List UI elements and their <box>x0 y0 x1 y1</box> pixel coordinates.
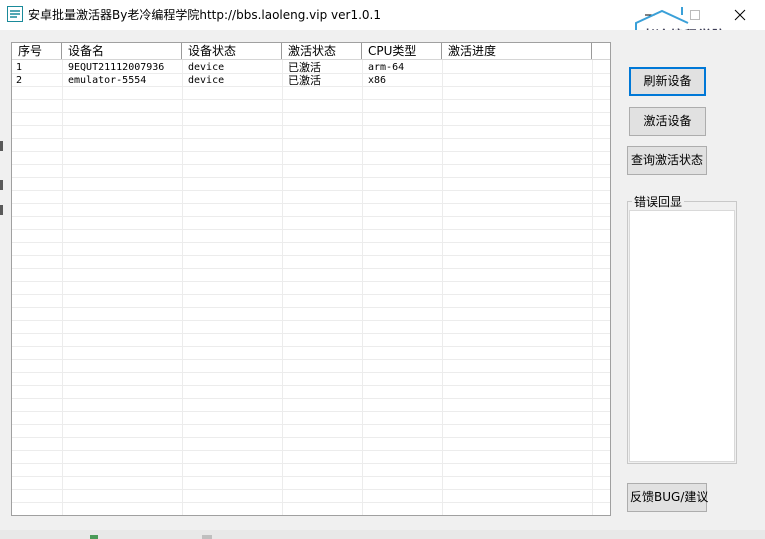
grid-line <box>12 411 610 412</box>
grid-line <box>12 268 610 269</box>
grid-line <box>12 320 610 321</box>
grid-line <box>182 60 183 515</box>
grid-line <box>12 398 610 399</box>
row-activation-status: 已激活 <box>288 74 321 87</box>
row-device-name: emulator-5554 <box>68 75 147 86</box>
edge-mark <box>0 205 3 215</box>
grid-line <box>12 333 610 334</box>
grid-line <box>12 385 610 386</box>
grid-line <box>12 216 610 217</box>
query-activation-status-button[interactable]: 查询激活状态 <box>627 146 707 175</box>
grid-line <box>12 450 610 451</box>
row-progress <box>444 61 594 74</box>
column-header-activation-status[interactable]: 激活状态 <box>282 43 362 59</box>
row-activation-status: 已激活 <box>288 61 321 74</box>
grid-line <box>62 60 63 515</box>
row-index: 2 <box>16 75 23 86</box>
table-row[interactable]: 2 emulator-5554 device 已激活 x86 <box>12 74 610 87</box>
grid-line <box>12 99 610 100</box>
row-cpu-type: arm-64 <box>368 62 405 73</box>
grid-line <box>12 112 610 113</box>
grid-line <box>592 60 593 515</box>
grid-line <box>12 346 610 347</box>
grid-line <box>12 489 610 490</box>
column-header-device-status[interactable]: 设备状态 <box>182 43 282 59</box>
grid-line <box>12 138 610 139</box>
error-output-label: 错误回显 <box>632 193 685 210</box>
row-cpu-type: x86 <box>368 75 387 86</box>
device-list-header: 序号 设备名 设备状态 激活状态 CPU类型 激活进度 <box>12 43 610 60</box>
activate-devices-button[interactable]: 激活设备 <box>629 107 706 136</box>
background-strip <box>0 530 765 539</box>
grid-line <box>12 281 610 282</box>
feedback-button[interactable]: 反馈BUG/建议 <box>627 483 708 512</box>
grid-line <box>12 190 610 191</box>
grid-line <box>12 255 610 256</box>
edge-mark <box>0 180 3 190</box>
grid-line <box>362 60 363 515</box>
grid-line <box>12 372 610 373</box>
app-icon <box>7 6 23 22</box>
taskbar-fragment <box>90 535 98 539</box>
error-output-textarea[interactable] <box>629 210 735 462</box>
row-device-status: device <box>188 62 225 73</box>
row-device-name: 9EQUT21112007936 <box>68 62 165 73</box>
grid-line <box>12 476 610 477</box>
column-header-progress[interactable]: 激活进度 <box>442 43 592 59</box>
grid-line <box>12 229 610 230</box>
row-progress <box>444 74 594 87</box>
grid-line <box>12 359 610 360</box>
window-title: 安卓批量激活器By老冷编程学院http://bbs.laoleng.vip ve… <box>28 8 381 22</box>
refresh-devices-button[interactable]: 刷新设备 <box>629 67 706 96</box>
grid-line <box>12 164 610 165</box>
row-device-status: device <box>188 75 225 86</box>
grid-line <box>12 151 610 152</box>
title-bar: 安卓批量激活器By老冷编程学院http://bbs.laoleng.vip ve… <box>0 0 765 46</box>
grid-line <box>442 60 443 515</box>
row-index: 1 <box>16 62 23 73</box>
grid-line <box>12 125 610 126</box>
grid-line <box>12 463 610 464</box>
grid-line <box>12 502 610 503</box>
grid-line <box>12 177 610 178</box>
grid-line <box>12 203 610 204</box>
column-header-device-name[interactable]: 设备名 <box>62 43 182 59</box>
grid-line <box>12 437 610 438</box>
grid-line <box>282 60 283 515</box>
grid-line <box>12 242 610 243</box>
grid-line <box>12 424 610 425</box>
grid-line <box>12 307 610 308</box>
taskbar-fragment <box>202 535 212 539</box>
device-list[interactable]: 序号 设备名 设备状态 激活状态 CPU类型 激活进度 1 9EQUT21112… <box>11 42 611 516</box>
edge-mark <box>0 141 3 151</box>
grid-line <box>12 294 610 295</box>
column-header-index[interactable]: 序号 <box>12 43 62 59</box>
column-header-cpu-type[interactable]: CPU类型 <box>362 43 442 59</box>
table-row[interactable]: 1 9EQUT21112007936 device 已激活 arm-64 <box>12 61 610 74</box>
